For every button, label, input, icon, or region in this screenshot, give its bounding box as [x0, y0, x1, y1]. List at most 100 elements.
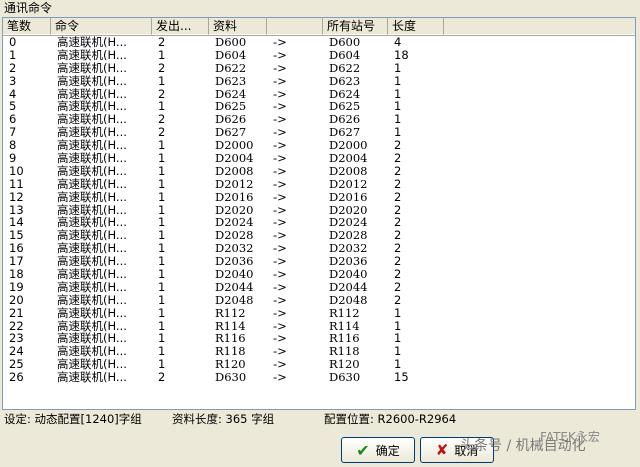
cell-station: D623: [329, 74, 361, 88]
command-table[interactable]: 笔数 命令 发出... 资料 所有站号 长度 0 高速联机(H... 2 D600 ->…: [2, 17, 636, 410]
table-row[interactable]: 7 高速联机(H... 2 D627 -> D627 1: [3, 126, 635, 139]
cell-data: R116: [215, 332, 246, 346]
cell-send: 1: [158, 216, 166, 230]
table-row[interactable]: 0 高速联机(H... 2 D600 -> D600 4: [3, 36, 635, 49]
cell-send: 1: [158, 293, 166, 307]
cell-command: 高速联机(H...: [57, 61, 127, 75]
cell-count: 13: [9, 203, 24, 217]
cell-data: D2012: [215, 177, 254, 191]
cell-length: 2: [394, 216, 402, 230]
table-row[interactable]: 11 高速联机(H... 1 D2012 -> D2012 2: [3, 178, 635, 191]
cell-station: D600: [329, 36, 361, 49]
column-header-count[interactable]: 笔数: [3, 18, 51, 35]
cell-station: R120: [329, 358, 360, 372]
cell-length: 1: [394, 74, 402, 88]
cell-send: 2: [158, 113, 166, 127]
cell-count: 6: [9, 113, 17, 127]
table-row[interactable]: 10 高速联机(H... 1 D2008 -> D2008 2: [3, 165, 635, 178]
cell-length: 1: [394, 113, 402, 127]
cell-empty: [444, 320, 635, 333]
cell-length: 1: [394, 358, 402, 372]
cell-data: R118: [215, 345, 246, 359]
ok-button[interactable]: ✔ 确定: [341, 437, 415, 463]
table-row[interactable]: 25 高速联机(H... 1 R120 -> R120 1: [3, 358, 635, 371]
column-header-send[interactable]: 发出...: [152, 18, 209, 35]
cell-data: D625: [215, 100, 247, 114]
table-row[interactable]: 15 高速联机(H... 1 D2028 -> D2028 2: [3, 229, 635, 242]
table-row[interactable]: 19 高速联机(H... 1 D2044 -> D2044 2: [3, 281, 635, 294]
table-row[interactable]: 23 高速联机(H... 1 R116 -> R116 1: [3, 332, 635, 345]
cell-count: 22: [9, 319, 24, 333]
cell-count: 3: [9, 74, 17, 88]
cell-send: 1: [158, 100, 166, 114]
cell-arrow: ->: [273, 74, 287, 88]
cell-send: 1: [158, 190, 166, 204]
table-row[interactable]: 6 高速联机(H... 2 D626 -> D626 1: [3, 113, 635, 126]
cell-data: D2000: [215, 139, 254, 153]
cell-arrow: ->: [273, 358, 287, 372]
cell-command: 高速联机(H...: [57, 74, 127, 88]
status-data-length: 资料长度: 365 字组: [172, 412, 275, 426]
table-row[interactable]: 18 高速联机(H... 1 D2040 -> D2040 2: [3, 268, 635, 281]
cell-length: 1: [394, 100, 402, 114]
watermark-logo: FATEK永宏: [540, 430, 600, 444]
table-row[interactable]: 2 高速联机(H... 2 D622 -> D622 1: [3, 62, 635, 75]
close-icon: ✘: [435, 441, 449, 459]
cell-station: R116: [329, 332, 360, 346]
cell-arrow: ->: [273, 126, 287, 140]
cell-command: 高速联机(H...: [57, 126, 127, 140]
cell-send: 2: [158, 371, 166, 385]
cell-station: D624: [329, 87, 361, 101]
cell-count: 7: [9, 126, 17, 140]
cell-data: D630: [215, 371, 247, 385]
cell-length: 2: [394, 242, 402, 256]
cell-command: 高速联机(H...: [57, 177, 127, 191]
column-header-data[interactable]: 资料: [209, 18, 267, 35]
cell-command: 高速联机(H...: [57, 190, 127, 204]
cell-arrow: ->: [273, 203, 287, 217]
table-row[interactable]: 8 高速联机(H... 1 D2000 -> D2000 2: [3, 139, 635, 152]
cell-length: 2: [394, 139, 402, 153]
table-row[interactable]: 9 高速联机(H... 1 D2004 -> D2004 2: [3, 152, 635, 165]
table-row[interactable]: 14 高速联机(H... 1 D2024 -> D2024 2: [3, 216, 635, 229]
column-header-length[interactable]: 长度: [388, 18, 444, 35]
table-row[interactable]: 20 高速联机(H... 1 D2048 -> D2048 2: [3, 294, 635, 307]
table-row[interactable]: 3 高速联机(H... 1 D623 -> D623 1: [3, 75, 635, 88]
cell-length: 1: [394, 319, 402, 333]
table-row[interactable]: 22 高速联机(H... 1 R114 -> R114 1: [3, 320, 635, 333]
cell-length: 1: [394, 306, 402, 320]
column-header-arrow[interactable]: [267, 18, 323, 35]
table-row[interactable]: 4 高速联机(H... 2 D624 -> D624 1: [3, 88, 635, 101]
table-row[interactable]: 12 高速联机(H... 1 D2016 -> D2016 2: [3, 191, 635, 204]
table-row[interactable]: 21 高速联机(H... 1 R112 -> R112 1: [3, 307, 635, 320]
cell-command: 高速联机(H...: [57, 319, 127, 333]
table-row[interactable]: 16 高速联机(H... 1 D2032 -> D2032 2: [3, 242, 635, 255]
cell-station: D604: [329, 48, 361, 62]
cell-empty: [444, 126, 635, 139]
cell-send: 1: [158, 48, 166, 62]
table-row[interactable]: 5 高速联机(H... 1 D625 -> D625 1: [3, 100, 635, 113]
cell-arrow: ->: [273, 152, 287, 165]
cell-command: 高速联机(H...: [57, 87, 127, 101]
cell-count: 17: [9, 255, 24, 269]
cell-data: D2036: [215, 255, 254, 269]
table-row[interactable]: 24 高速联机(H... 1 R118 -> R118 1: [3, 345, 635, 358]
table-row[interactable]: 1 高速联机(H... 1 D604 -> D604 18: [3, 49, 635, 62]
cell-length: 2: [394, 268, 402, 281]
table-row[interactable]: 26 高速联机(H... 2 D630 -> D630 15: [3, 371, 635, 384]
cell-empty: [444, 75, 635, 88]
status-config-position: 配置位置: R2600-R2964: [324, 412, 457, 426]
cell-data: D2004: [215, 152, 254, 165]
cell-arrow: ->: [273, 36, 287, 49]
column-header-command[interactable]: 命令: [51, 18, 152, 35]
cell-count: 12: [9, 190, 24, 204]
cell-arrow: ->: [273, 371, 287, 385]
column-header-station[interactable]: 所有站号: [323, 18, 388, 35]
cell-empty: [444, 204, 635, 217]
cell-empty: [444, 371, 635, 384]
table-row[interactable]: 17 高速联机(H... 1 D2036 -> D2036 2: [3, 255, 635, 268]
cell-command: 高速联机(H...: [57, 371, 127, 385]
cell-station: D2032: [329, 242, 368, 256]
cell-empty: [444, 113, 635, 126]
table-row[interactable]: 13 高速联机(H... 1 D2020 -> D2020 2: [3, 204, 635, 217]
